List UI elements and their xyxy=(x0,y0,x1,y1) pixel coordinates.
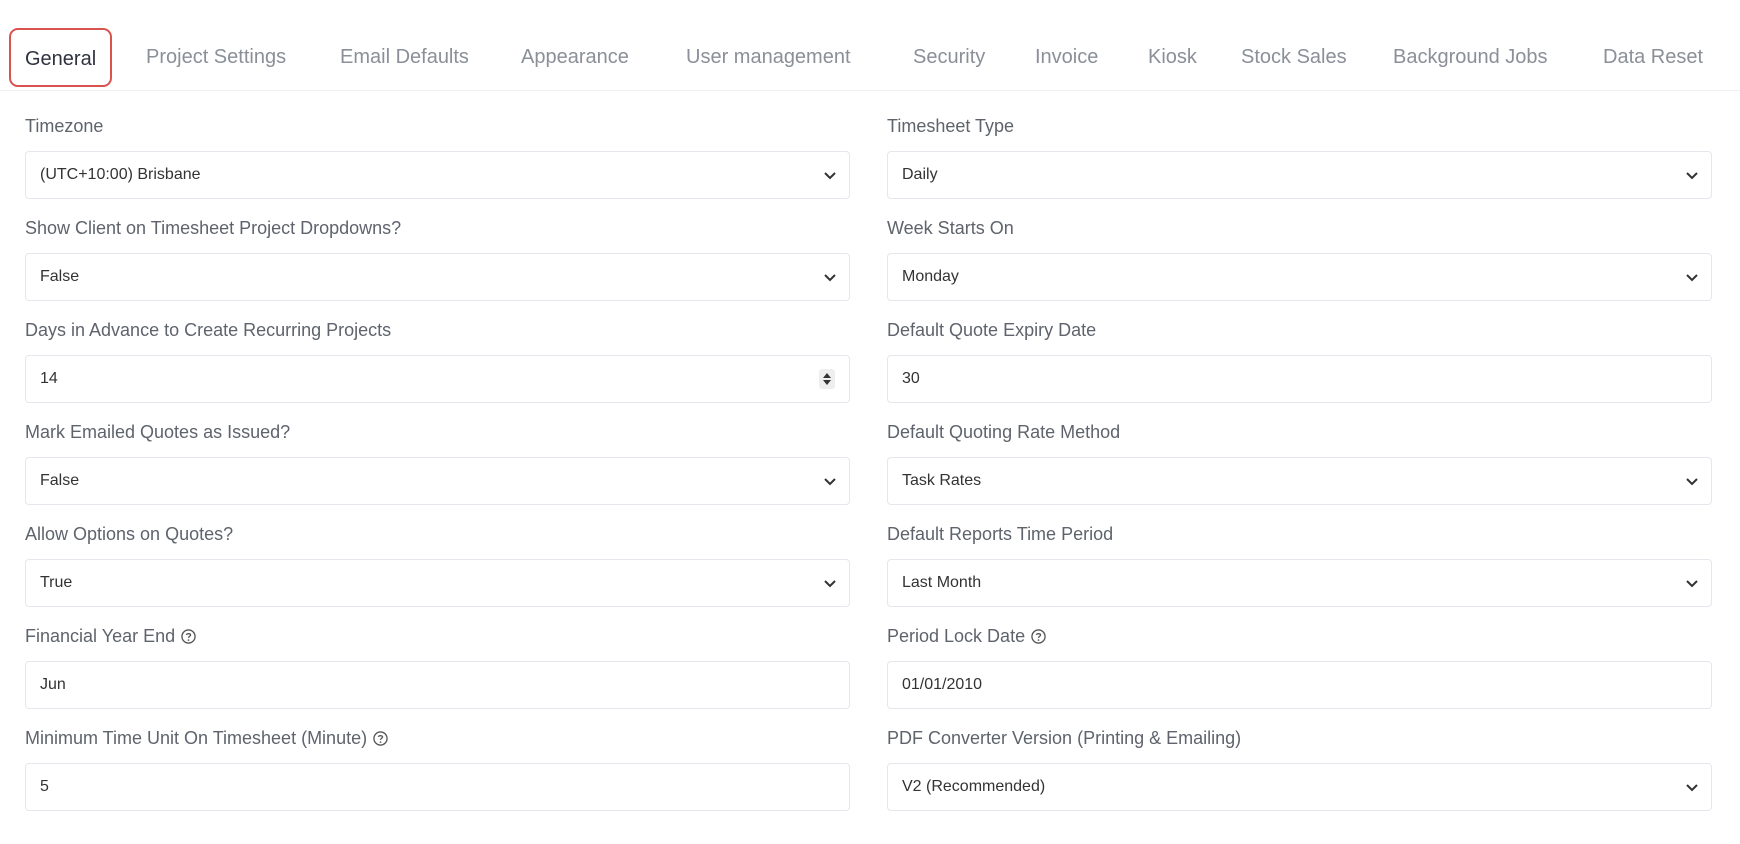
help-circle-icon[interactable] xyxy=(373,731,388,746)
days-advance-value: 14 xyxy=(40,370,58,387)
settings-tabs: General Project Settings Email Defaults … xyxy=(0,0,1740,91)
allow-options-value: True xyxy=(40,574,73,591)
days-advance-label: Days in Advance to Create Recurring Proj… xyxy=(25,320,392,340)
pdf-converter-select[interactable]: V2 (Recommended) xyxy=(887,763,1712,811)
tab-kiosk[interactable]: Kiosk xyxy=(1148,28,1197,86)
min-time-unit-input[interactable]: 5 xyxy=(25,763,850,811)
financial-year-end-value: Jun xyxy=(40,676,66,693)
help-circle-icon[interactable] xyxy=(1031,629,1046,644)
reports-period-value: Last Month xyxy=(902,574,982,591)
mark-emailed-field: Mark Emailed Quotes as Issued? False xyxy=(25,396,850,505)
timesheet-type-label: Timesheet Type xyxy=(887,116,1015,136)
allow-options-field: Allow Options on Quotes? True xyxy=(25,498,850,607)
help-circle-icon[interactable] xyxy=(181,629,196,644)
tab-invoice[interactable]: Invoice xyxy=(1035,28,1098,86)
period-lock-value: 01/01/2010 xyxy=(902,676,983,693)
days-advance-field: Days in Advance to Create Recurring Proj… xyxy=(25,294,850,403)
min-time-unit-value: 5 xyxy=(40,778,49,795)
tab-email-defaults[interactable]: Email Defaults xyxy=(340,28,469,86)
pdf-converter-field: PDF Converter Version (Printing & Emaili… xyxy=(887,702,1712,811)
tab-general[interactable]: General xyxy=(9,28,113,87)
tab-security[interactable]: Security xyxy=(913,28,985,86)
quote-expiry-label: Default Quote Expiry Date xyxy=(887,320,1097,340)
tab-stock-sales[interactable]: Stock Sales xyxy=(1241,28,1347,86)
chevron-down-icon xyxy=(1685,168,1699,182)
timezone-field: Timezone (UTC+10:00) Brisbane xyxy=(25,90,850,199)
week-starts-field: Week Starts On Monday xyxy=(887,192,1712,301)
chevron-down-icon xyxy=(823,576,837,590)
pdf-converter-value: V2 (Recommended) xyxy=(902,778,1046,795)
reports-period-label: Default Reports Time Period xyxy=(887,524,1114,544)
chevron-down-icon xyxy=(823,474,837,488)
mark-emailed-label: Mark Emailed Quotes as Issued? xyxy=(25,422,291,442)
period-lock-label: Period Lock Date xyxy=(887,626,1026,646)
week-starts-value: Monday xyxy=(902,268,959,285)
chevron-down-icon xyxy=(1685,270,1699,284)
chevron-down-icon xyxy=(823,168,837,182)
min-time-unit-label-wrap: Minimum Time Unit On Timesheet (Minute) xyxy=(25,728,388,749)
quote-expiry-value: 30 xyxy=(902,370,920,387)
pdf-converter-label: PDF Converter Version (Printing & Emaili… xyxy=(887,728,1242,748)
financial-year-end-label-wrap: Financial Year End xyxy=(25,626,196,647)
chevron-down-icon xyxy=(1685,576,1699,590)
tab-data-reset[interactable]: Data Reset xyxy=(1603,28,1703,86)
show-client-label: Show Client on Timesheet Project Dropdow… xyxy=(25,218,402,238)
quoting-rate-field: Default Quoting Rate Method Task Rates xyxy=(887,396,1712,505)
show-client-field: Show Client on Timesheet Project Dropdow… xyxy=(25,192,850,301)
tab-background-jobs[interactable]: Background Jobs xyxy=(1393,28,1548,86)
chevron-down-icon xyxy=(1685,474,1699,488)
period-lock-label-wrap: Period Lock Date xyxy=(887,626,1046,647)
period-lock-field: Period Lock Date 01/01/2010 xyxy=(887,600,1712,709)
min-time-unit-label: Minimum Time Unit On Timesheet (Minute) xyxy=(25,728,368,748)
tab-user-management[interactable]: User management xyxy=(686,28,851,86)
spinner-arrows-icon xyxy=(823,373,831,385)
quoting-rate-label: Default Quoting Rate Method xyxy=(887,422,1121,442)
reports-period-field: Default Reports Time Period Last Month xyxy=(887,498,1712,607)
min-time-unit-field: Minimum Time Unit On Timesheet (Minute) … xyxy=(25,702,850,811)
timezone-value: (UTC+10:00) Brisbane xyxy=(40,166,201,183)
timesheet-type-value: Daily xyxy=(902,166,938,183)
quote-expiry-field: Default Quote Expiry Date 30 xyxy=(887,294,1712,403)
financial-year-end-label: Financial Year End xyxy=(25,626,176,646)
week-starts-label: Week Starts On xyxy=(887,218,1014,238)
tab-project-settings[interactable]: Project Settings xyxy=(146,28,286,86)
show-client-value: False xyxy=(40,268,80,285)
timezone-label: Timezone xyxy=(25,116,104,136)
timesheet-type-field: Timesheet Type Daily xyxy=(887,90,1712,199)
financial-year-end-field: Financial Year End Jun xyxy=(25,600,850,709)
tab-appearance[interactable]: Appearance xyxy=(521,28,629,86)
quoting-rate-value: Task Rates xyxy=(902,472,982,489)
mark-emailed-value: False xyxy=(40,472,80,489)
chevron-down-icon xyxy=(823,270,837,284)
allow-options-label: Allow Options on Quotes? xyxy=(25,524,234,544)
number-spinner[interactable] xyxy=(819,369,835,389)
chevron-down-icon xyxy=(1685,780,1699,794)
